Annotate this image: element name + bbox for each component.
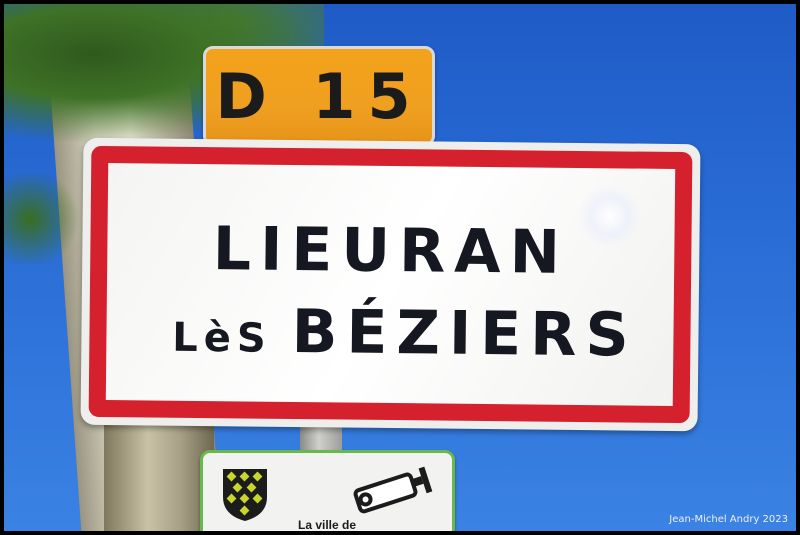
town-name-line2: LèS BÉZIERS (136, 295, 674, 371)
town-name-prefix: LèS (171, 314, 272, 362)
crest-icon (223, 469, 267, 521)
photo: D 15 LIEURAN LèS BÉZIERS La ville de Jea… (4, 4, 796, 531)
video-surveillance-sign: La ville de (200, 450, 455, 531)
photo-credit: Jean-Michel Andry 2023 (669, 514, 788, 525)
town-entry-sign: LIEURAN LèS BÉZIERS (80, 137, 701, 432)
tree-trunk-base (104, 424, 214, 531)
cctv-camera-icon (353, 466, 433, 514)
photo-frame: D 15 LIEURAN LèS BÉZIERS La ville de Jea… (0, 0, 800, 535)
town-sign-border: LIEURAN LèS BÉZIERS (88, 145, 693, 424)
info-sign-text: La ville de (298, 518, 357, 531)
route-number: D 15 (215, 59, 423, 133)
town-name-main: BÉZIERS (291, 296, 639, 371)
route-number-plate: D 15 (203, 46, 435, 146)
tree-foliage-low (4, 174, 84, 264)
town-name-line1: LIEURAN (212, 214, 570, 288)
